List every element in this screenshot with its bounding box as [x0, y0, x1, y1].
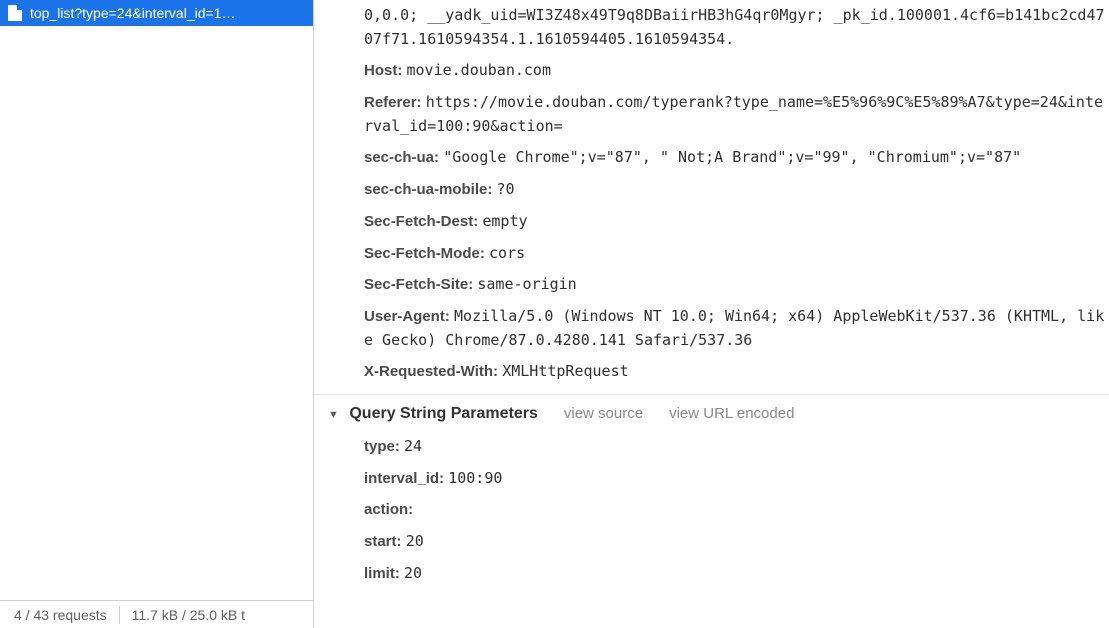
header-name: Referer: [364, 94, 422, 111]
header-value: same-origin [477, 275, 576, 293]
header-line: Sec-Fetch-Site: same-origin [346, 269, 1109, 301]
header-line-cookie-tail: 0,0.0; __yadk_uid=WI3Z48x49T9q8DBaiirHB3… [346, 0, 1109, 55]
header-line: sec-ch-ua-mobile: ?0 [346, 174, 1109, 206]
status-requests-count: 4 / 43 requests [14, 607, 107, 623]
header-name: sec-ch-ua: [364, 149, 439, 166]
view-url-encoded-link[interactable]: view URL encoded [669, 405, 794, 422]
query-param-line: limit: 20 [346, 558, 1109, 590]
request-details-panel: 0,0.0; __yadk_uid=WI3Z48x49T9q8DBaiirHB3… [314, 0, 1109, 628]
query-param-name: type: [364, 438, 400, 455]
header-value: movie.douban.com [407, 61, 552, 79]
status-separator [119, 606, 120, 624]
header-name: Sec-Fetch-Dest: [364, 213, 478, 230]
query-param-name: limit: [364, 565, 400, 582]
header-value: empty [482, 212, 527, 230]
header-line: sec-ch-ua: "Google Chrome";v="87", " Not… [346, 142, 1109, 174]
query-param-line: action: [346, 494, 1109, 526]
header-line: Sec-Fetch-Mode: cors [346, 238, 1109, 270]
query-param-value: 20 [406, 532, 424, 550]
header-name: User-Agent: [364, 308, 450, 325]
query-param-line: start: 20 [346, 526, 1109, 558]
requests-list: top_list?type=24&interval_id=1… [0, 0, 313, 600]
header-name: sec-ch-ua-mobile: [364, 181, 492, 198]
query-string-params-block: type: 24interval_id: 100:90action: start… [314, 429, 1109, 589]
query-string-section-header[interactable]: ▼ Query String Parameters view source vi… [314, 394, 1109, 429]
query-param-name: interval_id: [364, 470, 444, 487]
section-title-wrap: ▼ Query String Parameters [328, 405, 538, 423]
devtools-layout: top_list?type=24&interval_id=1… 4 / 43 r… [0, 0, 1109, 628]
query-param-value: 20 [404, 564, 422, 582]
query-param-value: 100:90 [448, 469, 502, 487]
details-scroll: 0,0.0; __yadk_uid=WI3Z48x49T9q8DBaiirHB3… [314, 0, 1109, 599]
header-value: XMLHttpRequest [502, 362, 628, 380]
header-value: ?0 [497, 180, 515, 198]
triangle-down-icon: ▼ [328, 409, 339, 421]
header-value: 0,0.0; __yadk_uid=WI3Z48x49T9q8DBaiirHB3… [364, 6, 1105, 48]
header-name: Sec-Fetch-Mode: [364, 245, 485, 262]
header-name: X-Requested-With: [364, 363, 498, 380]
request-row-label: top_list?type=24&interval_id=1… [30, 5, 235, 21]
view-source-link[interactable]: view source [564, 405, 643, 422]
request-row-selected[interactable]: top_list?type=24&interval_id=1… [0, 0, 313, 26]
query-param-line: type: 24 [346, 431, 1109, 463]
header-value: cors [489, 244, 525, 262]
status-transfer-size: 11.7 kB / 25.0 kB t [132, 607, 245, 623]
header-line: X-Requested-With: XMLHttpRequest [346, 356, 1109, 388]
header-value: https://movie.douban.com/typerank?type_n… [364, 93, 1103, 135]
network-status-bar: 4 / 43 requests 11.7 kB / 25.0 kB t [0, 600, 313, 628]
query-param-name: action: [364, 501, 413, 518]
header-name: Host: [364, 62, 402, 79]
header-line: User-Agent: Mozilla/5.0 (Windows NT 10.0… [346, 301, 1109, 356]
query-param-value: 24 [404, 437, 422, 455]
file-icon [8, 5, 22, 21]
header-line: Sec-Fetch-Dest: empty [346, 206, 1109, 238]
header-line: Host: movie.douban.com [346, 55, 1109, 87]
header-value: Mozilla/5.0 (Windows NT 10.0; Win64; x64… [364, 307, 1104, 349]
network-requests-sidebar: top_list?type=24&interval_id=1… 4 / 43 r… [0, 0, 314, 628]
query-param-name: start: [364, 533, 402, 550]
header-value: "Google Chrome";v="87", " Not;A Brand";v… [443, 148, 1021, 166]
header-name: Sec-Fetch-Site: [364, 276, 473, 293]
header-line: Referer: https://movie.douban.com/typera… [346, 87, 1109, 142]
section-title: Query String Parameters [349, 405, 538, 422]
query-param-line: interval_id: 100:90 [346, 463, 1109, 495]
request-headers-block: 0,0.0; __yadk_uid=WI3Z48x49T9q8DBaiirHB3… [314, 0, 1109, 394]
